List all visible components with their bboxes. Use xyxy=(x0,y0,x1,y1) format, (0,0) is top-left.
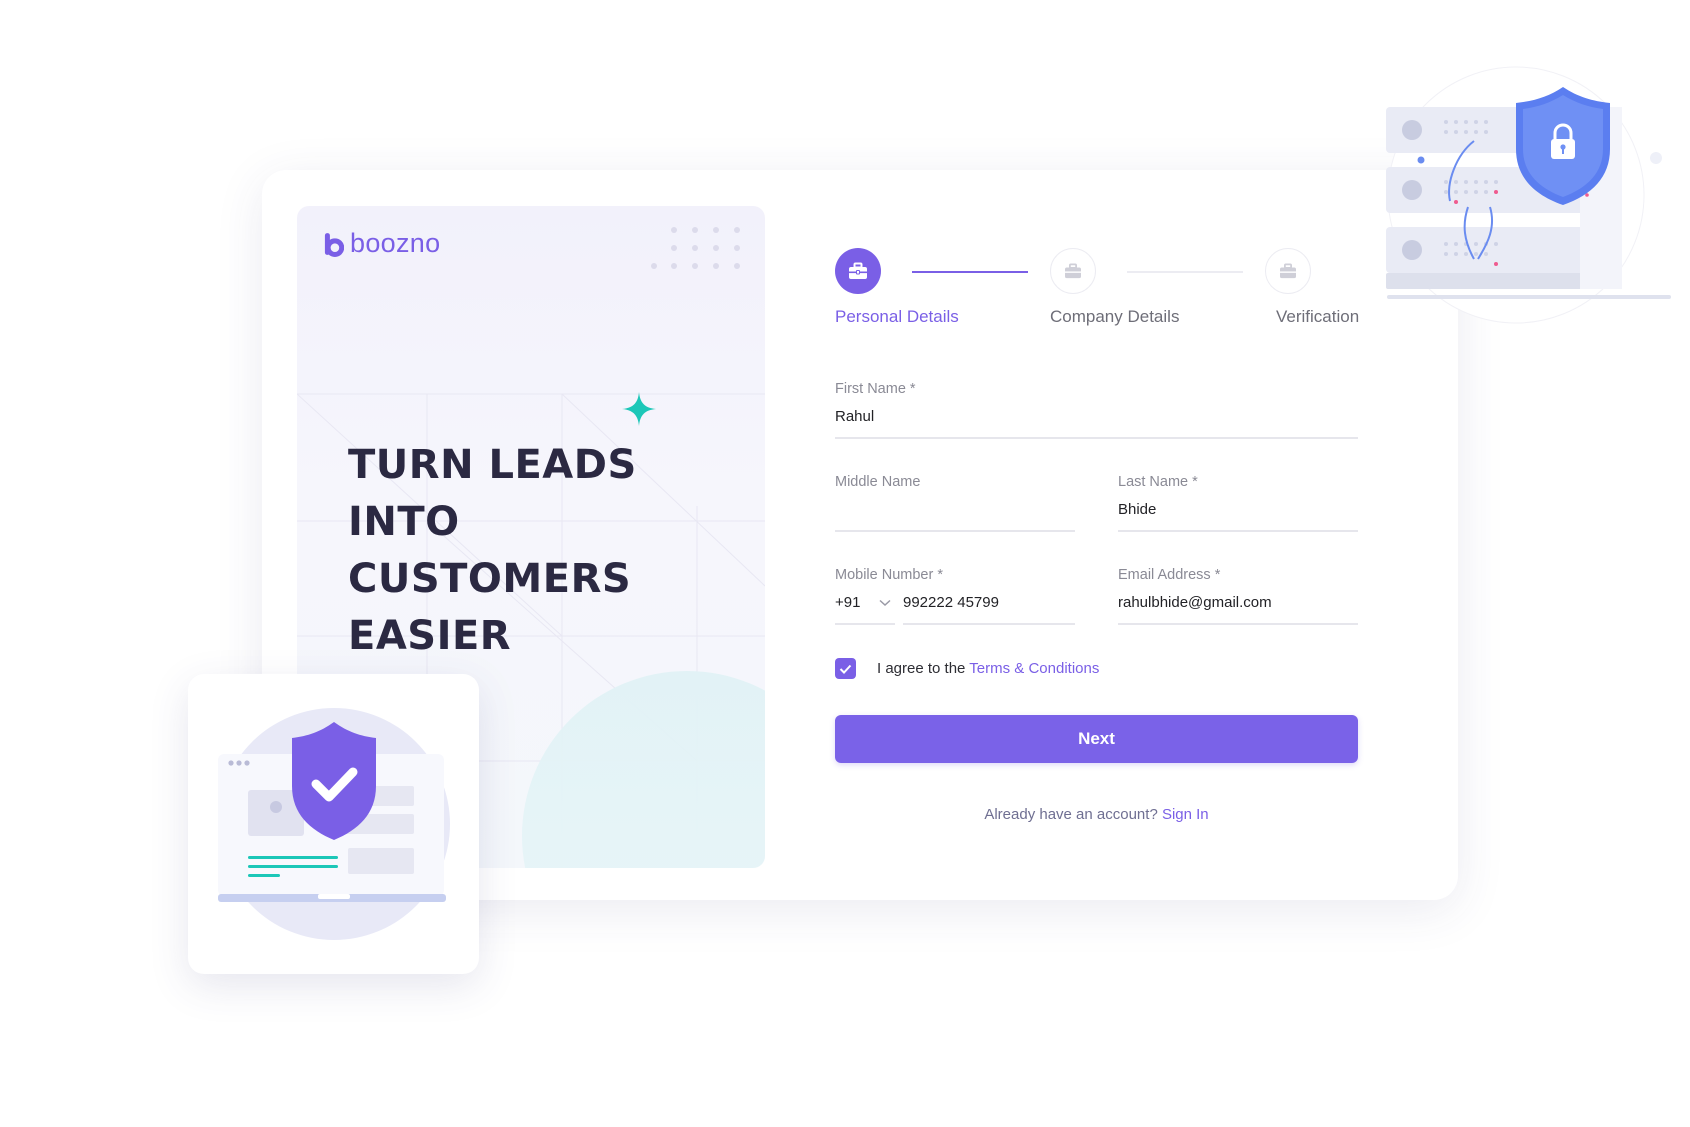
hero-line-1: TURN LEADS xyxy=(348,442,637,488)
sparkle-icon xyxy=(622,392,656,426)
email-label: Email Address * xyxy=(1118,567,1221,583)
step-circle-inactive xyxy=(1050,248,1096,294)
step-connector-2 xyxy=(1127,271,1243,273)
brand-logo[interactable]: boozno xyxy=(324,228,440,259)
step-label-personal-details[interactable]: Personal Details xyxy=(835,307,959,327)
hero-line-4: EASIER xyxy=(348,613,512,659)
briefcase-icon xyxy=(849,262,867,279)
first-name-input[interactable] xyxy=(835,408,1358,425)
email-underline xyxy=(1118,623,1358,625)
terms-text: I agree to the Terms & Conditions xyxy=(877,660,1099,677)
step-label-verification[interactable]: Verification xyxy=(1276,307,1359,327)
boozno-logo-icon xyxy=(324,232,344,257)
terms-link[interactable]: Terms & Conditions xyxy=(969,660,1099,677)
signin-prefix: Already have an account? xyxy=(984,806,1162,823)
country-code-underline xyxy=(835,623,895,625)
first-name-label: First Name * xyxy=(835,381,916,397)
hero-line-3: CUSTOMERS xyxy=(348,556,632,602)
next-button[interactable]: Next xyxy=(835,715,1358,763)
middle-name-underline xyxy=(835,530,1075,532)
country-code-value: +91 xyxy=(835,594,861,611)
briefcase-icon xyxy=(1280,263,1296,279)
secure-laptop-illustration xyxy=(218,708,450,940)
mobile-number-underline xyxy=(903,623,1075,625)
secure-server-illustration xyxy=(1386,66,1671,324)
hero-headline: TURN LEADS INTO CUSTOMERS EASIER xyxy=(348,437,708,665)
step-personal-details[interactable] xyxy=(835,248,881,294)
briefcase-icon xyxy=(1065,263,1081,279)
step-label-company-details[interactable]: Company Details xyxy=(1050,307,1179,327)
terms-checkbox[interactable] xyxy=(835,658,856,679)
step-company-details[interactable] xyxy=(1050,248,1096,294)
mobile-number-label: Mobile Number * xyxy=(835,567,943,583)
step-connector-1 xyxy=(912,271,1028,273)
country-code-select[interactable]: +91 xyxy=(835,594,891,611)
step-verification[interactable] xyxy=(1265,248,1311,294)
hero-line-2: INTO xyxy=(348,499,460,545)
email-input[interactable] xyxy=(1118,594,1358,611)
last-name-underline xyxy=(1118,530,1358,532)
security-illustration-card xyxy=(188,674,479,974)
dot-grid-decoration xyxy=(651,227,740,269)
step-circle-inactive xyxy=(1265,248,1311,294)
brand-name: boozno xyxy=(350,228,441,258)
first-name-underline xyxy=(835,437,1358,439)
check-icon xyxy=(839,664,852,674)
last-name-input[interactable] xyxy=(1118,501,1358,518)
last-name-label: Last Name * xyxy=(1118,474,1198,490)
signin-text: Already have an account? Sign In xyxy=(835,806,1358,823)
terms-prefix: I agree to the xyxy=(877,660,970,677)
step-circle-active xyxy=(835,248,881,294)
mobile-number-input[interactable] xyxy=(903,594,1075,611)
middle-name-label: Middle Name xyxy=(835,474,921,490)
middle-name-input[interactable] xyxy=(835,501,1075,518)
chevron-down-icon xyxy=(879,599,891,607)
signin-link[interactable]: Sign In xyxy=(1162,806,1209,823)
